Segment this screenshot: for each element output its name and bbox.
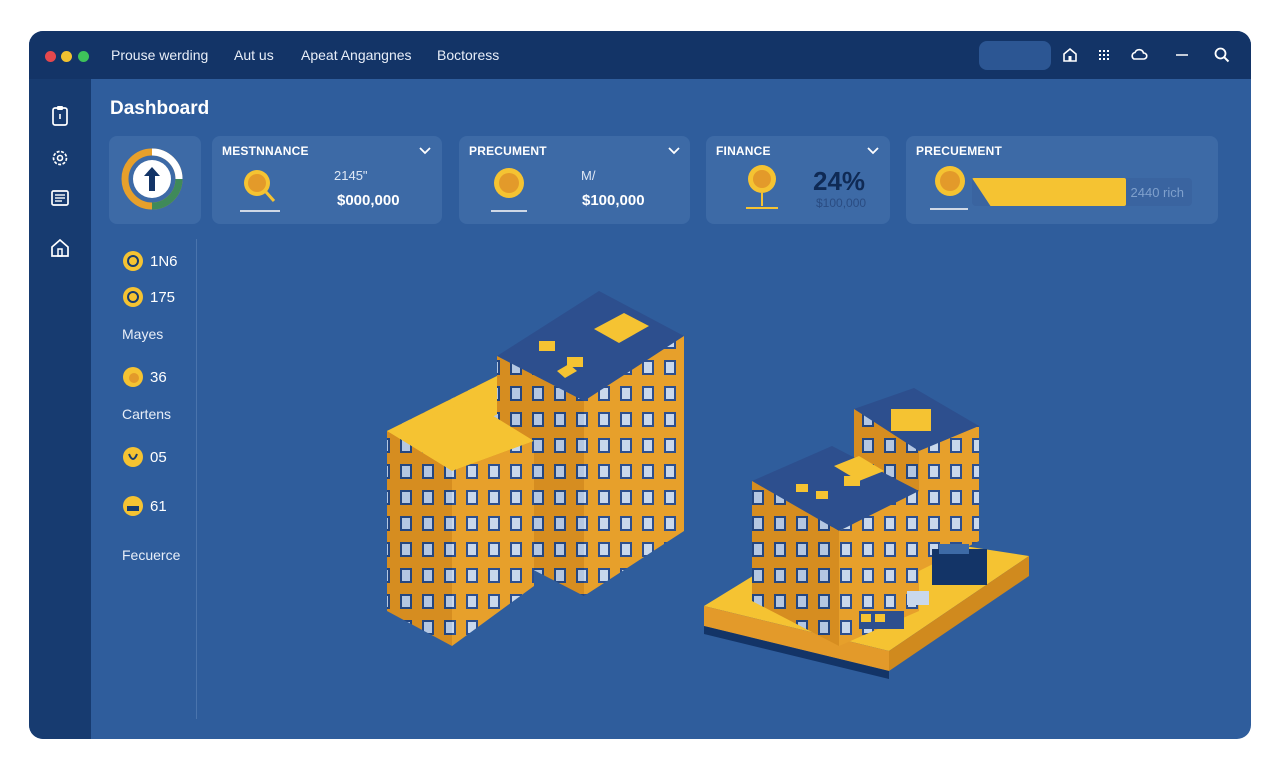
card-sub: M/	[581, 168, 596, 183]
progress-card[interactable]	[109, 136, 201, 224]
settings-icon[interactable]	[47, 145, 73, 171]
home-icon[interactable]	[47, 235, 73, 261]
coin-icon	[123, 367, 143, 387]
coin-icon	[123, 287, 143, 307]
card-sub: 2145"	[334, 168, 368, 183]
finance-percent: 24%	[813, 166, 866, 196]
nav-tab-4[interactable]: Boctoress	[437, 47, 499, 63]
title-bar: Prouse werding Aut us Apeat Angangnes Bo…	[29, 31, 1251, 79]
coin-icon	[123, 251, 143, 271]
card-procurement[interactable]: PRECUMENT M/ $100,000	[459, 136, 690, 224]
stat-number: 1N6	[150, 252, 178, 270]
card-value: $000,000	[337, 192, 400, 209]
stat-item-4[interactable]: 05	[122, 446, 167, 468]
page-title: Dashboard	[110, 98, 210, 119]
nav-tab-3[interactable]: Apeat Angangnes	[301, 47, 412, 63]
stat-number: 05	[150, 448, 167, 466]
avatar-search-icon	[240, 170, 280, 212]
stat-item-2[interactable]: 175	[122, 286, 175, 308]
app-window: Prouse werding Aut us Apeat Angangnes Bo…	[29, 31, 1251, 739]
close-window-button[interactable]	[45, 51, 56, 62]
chevron-down-icon[interactable]	[866, 146, 880, 156]
home-icon[interactable]	[1059, 44, 1081, 66]
chevron-down-icon[interactable]	[667, 146, 681, 156]
cloud-icon[interactable]	[1128, 44, 1150, 66]
stat-item-5[interactable]: 61	[122, 495, 167, 517]
stat-number: 61	[150, 497, 167, 515]
nav-tab-2[interactable]: Aut us	[234, 47, 274, 63]
stat-item-1[interactable]: 1N6	[122, 250, 178, 272]
stat-number: 175	[150, 288, 176, 306]
stat-item-3[interactable]: 36	[122, 366, 167, 388]
chevron-down-icon[interactable]	[418, 146, 432, 156]
card-maintenance[interactable]: MESTNNANCE 2145" $000,000	[212, 136, 442, 224]
search-box[interactable]	[979, 41, 1051, 70]
search-icon[interactable]	[1211, 44, 1233, 66]
minimize-window-button[interactable]	[61, 51, 72, 62]
card-title: PRECUEMENT	[916, 144, 1003, 158]
buildings-illustration	[387, 291, 1029, 679]
document-icon[interactable]	[47, 185, 73, 211]
progress-track: 2440 rich	[972, 178, 1192, 206]
up-arrow-icon	[121, 148, 183, 210]
card-title: MESTNNANCE	[222, 144, 309, 158]
stat-label[interactable]: Cartens	[122, 406, 171, 422]
card-value: $100,000	[816, 196, 867, 210]
coin-icon	[123, 447, 143, 467]
avatar-icon	[930, 166, 968, 210]
stat-label[interactable]: Mayes	[122, 326, 163, 342]
sidebar-divider	[196, 239, 197, 719]
card-title: FINANCE	[716, 144, 771, 158]
coin-icon	[123, 496, 143, 516]
maximize-window-button[interactable]	[78, 51, 89, 62]
minimize-icon[interactable]	[1171, 44, 1193, 66]
card-finance[interactable]: FINANCE 24% $100,000	[706, 136, 890, 224]
clipboard-icon[interactable]	[47, 103, 73, 129]
avatar-icon	[746, 165, 778, 209]
card-procurement-progress[interactable]: PRECUEMENT 2440 rich	[906, 136, 1218, 224]
grid-icon[interactable]	[1093, 44, 1115, 66]
card-title: PRECUMENT	[469, 144, 547, 158]
stat-label[interactable]: Fecuerce	[122, 547, 180, 563]
nav-tab-1[interactable]: Prouse werding	[111, 47, 208, 63]
card-value: $100,000	[582, 192, 645, 209]
building-front-left	[387, 401, 534, 646]
progress-caption: 2440 rich	[1130, 185, 1184, 200]
avatar-icon	[491, 168, 527, 212]
stat-number: 36	[150, 368, 167, 386]
sidebar	[29, 79, 91, 739]
progress-fill	[972, 178, 1126, 206]
